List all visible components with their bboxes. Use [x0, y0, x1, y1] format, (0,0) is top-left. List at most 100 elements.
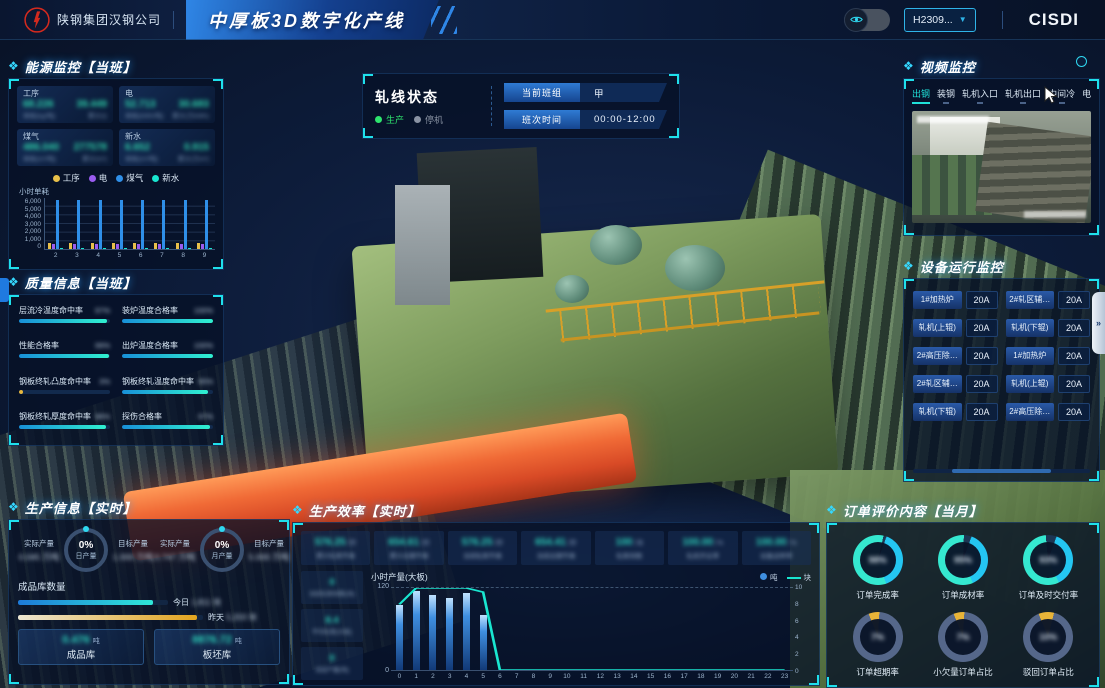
eye-icon [844, 8, 868, 32]
legend-label: 工序 [63, 172, 80, 184]
chart-legend-item: 块 [787, 572, 812, 583]
hour-x-tick: 7 [508, 673, 525, 680]
ring-percent: 0% [215, 540, 229, 551]
legend-item: 工序 [53, 172, 80, 184]
video-title-row: ❖ 视频监控 [903, 56, 1100, 76]
today-label: 今日 [173, 598, 189, 607]
gauge-label: 小欠量订单占比 [933, 666, 993, 678]
energy-bar-group [91, 200, 106, 249]
donut-hole: 98% [860, 542, 896, 578]
efficiency-stat-label: 设备运转率 [760, 550, 793, 560]
energy-bar [73, 244, 76, 249]
equipment-pair: 轧机(下辊)20A [913, 403, 998, 421]
hour-x-tick: 2 [425, 673, 442, 680]
actual-output-value: 0.747 万吨 [154, 551, 196, 563]
company-name: 陕钢集团汉钢公司 [57, 11, 161, 28]
status-dot-icon [375, 116, 382, 123]
yesterday-label: 昨天 [208, 613, 224, 622]
equipment-label: 轧机(下辊) [1006, 319, 1055, 337]
quality-percent: 96% [95, 412, 110, 421]
legend-dot-icon [89, 175, 96, 182]
x-tick: 9 [203, 252, 207, 259]
quality-percent: 95% [198, 377, 213, 386]
today-value: 1,811 块 [191, 598, 221, 607]
page-title: 中厚板3D数字化产线 [208, 7, 405, 33]
video-panel-collapse-icon[interactable] [1076, 56, 1087, 67]
energy-card-units: 单耗(kWh/吨)累计(万kWh) [125, 110, 209, 120]
quality-bar-fill [19, 354, 109, 358]
energy-bar [154, 243, 157, 249]
quality-item: 层流冷温度命中率 97% [19, 305, 110, 331]
diamond-icon: ❖ [903, 60, 914, 72]
energy-bar-group [154, 200, 169, 249]
slab-stock-card[interactable]: 8876.72 吨 板坯库 [154, 629, 280, 665]
mill-cylinder [555, 275, 589, 303]
energy-card: 煤气486.040277578单耗(m³/吨)累计(m³) [17, 129, 113, 166]
legend-item: 新水 [152, 172, 179, 184]
hour-x-tick: 20 [726, 673, 743, 680]
right-panel-collapse-tab[interactable]: » [1092, 292, 1105, 354]
energy-unit: 单耗(m³/吨) [23, 153, 56, 163]
quality-label-row: 钢板终轧凸度命中率3% [19, 376, 110, 387]
camera-tab-轧机入口[interactable]: 轧机入口 [962, 87, 998, 104]
equipment-label: 轧机(下辊) [913, 403, 962, 421]
equipment-current-value: 20A [966, 319, 998, 337]
energy-bar [124, 248, 127, 249]
cisdi-logo: CISDI [1029, 10, 1079, 30]
target-output-label: 目标产量 [248, 538, 290, 549]
equipment-scrollbar[interactable] [913, 469, 1090, 473]
camera-tab-中间冷[interactable]: 中间冷 [1048, 87, 1075, 104]
cctv-video-feed[interactable] [912, 111, 1091, 223]
camera-tab-轧机出口[interactable]: 轧机出口 [1005, 87, 1041, 104]
efficiency-stat-cell: 576.25|秒累计轧制节奏 [301, 531, 370, 565]
header-divider [1002, 11, 1003, 29]
energy-unit: 单耗(kg/吨) [23, 110, 56, 120]
hour-x-tick: 5 [475, 673, 492, 680]
production-panel: 实际产量 0.045 万吨 0% 日产量 目标产量 1.000 万吨 实际产量 [8, 519, 290, 685]
heat-number-dropdown[interactable]: H2309... ▼ [904, 8, 976, 32]
equipment-current-value: 20A [1058, 375, 1090, 393]
line-status-rows: 当前班组甲班次时间00:00-12:00 [504, 83, 667, 129]
camera-tab-装钢[interactable]: 装钢 [937, 87, 955, 104]
left-panel-collapse-tab[interactable] [0, 278, 9, 302]
scrollbar-handle[interactable] [952, 469, 1051, 473]
equipment-current-value: 20A [966, 403, 998, 421]
equipment-current-value: 20A [1058, 291, 1090, 309]
energy-bar [145, 248, 148, 249]
camera-tabs: 出钢装钢轧机入口轧机出口中间冷电动热… [912, 87, 1091, 104]
camera-tab-电动热…[interactable]: 电动热… [1082, 87, 1091, 104]
video-panel: 出钢装钢轧机入口轧机出口中间冷电动热… [903, 78, 1100, 236]
energy-bar [180, 244, 183, 249]
monthly-output-gauge-group: 实际产量 0.747 万吨 0% 月产量 目标产量 5.000 万吨 [154, 528, 290, 572]
quality-label: 层流冷温度命中率 [19, 305, 83, 316]
energy-card-name: 煤气 [23, 131, 107, 142]
hour-x-tick: 11 [575, 673, 592, 680]
side-stat-label: 当班产量(吨) [315, 665, 349, 674]
line-status-panel: 轧线状态 生产停机 当前班组甲班次时间00:00-12:00 [362, 73, 680, 139]
y-tick: 4,000 [25, 213, 41, 220]
equipment-row: 2#轧区辅…20A轧机(上辊)20A [913, 375, 1090, 393]
slab-stock-value: 8876.72 [192, 634, 232, 646]
visibility-toggle[interactable] [844, 9, 890, 31]
equipment-pair: 2#轧区辅…20A [913, 375, 998, 393]
finished-stock-card[interactable]: 0.476 吨 成品库 [18, 629, 144, 665]
order-donut-ring: 7% [853, 612, 903, 662]
equipment-row: 轧机(下辊)20A2#高压除…20A [913, 403, 1090, 421]
hour-x-tick: 18 [693, 673, 710, 680]
quality-percent: 97% [95, 306, 110, 315]
legend-item: 煤气 [116, 172, 143, 184]
finished-stock-label: 成品库 [67, 647, 96, 661]
efficiency-stat-cell: 576.25|秒当班轧制节奏 [448, 531, 517, 565]
equipment-label: 1#加热炉 [913, 291, 962, 309]
diamond-icon: ❖ [8, 501, 19, 513]
legend-dot-icon [53, 175, 60, 182]
actual-output-label: 实际产量 [154, 538, 196, 549]
equipment-monitor-section: ❖ 设备运行监控 1#加热炉20A2#轧区辅…20A轧机(上辊)20A轧机(下辊… [903, 256, 1100, 482]
equipment-rows: 1#加热炉20A2#轧区辅…20A轧机(上辊)20A轧机(下辊)20A2#高压除… [913, 291, 1090, 421]
quality-bar-fill [122, 354, 213, 358]
energy-card-name: 工序 [23, 88, 107, 99]
energy-bar [52, 244, 55, 249]
camera-tab-出钢[interactable]: 出钢 [912, 87, 930, 104]
mill-cylinder [590, 225, 642, 265]
energy-card-name: 新水 [125, 131, 209, 142]
